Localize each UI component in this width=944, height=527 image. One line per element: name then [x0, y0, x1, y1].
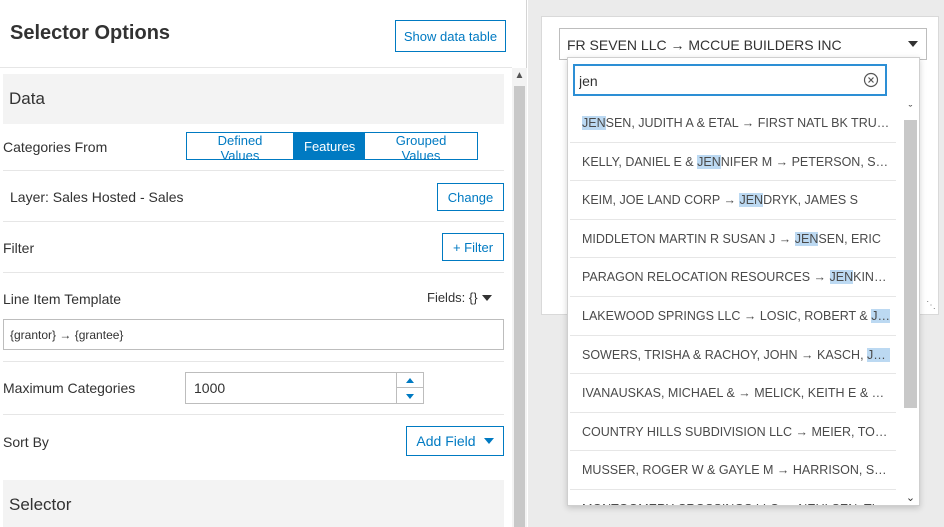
list-item-label: MONTGOMERY CROSSINGS LLC → NEULSEN, TIM.…: [582, 502, 890, 505]
caret-down-icon: [483, 438, 494, 444]
add-filter-button[interactable]: + Filter: [442, 233, 504, 261]
category-dropdown-popup: JENSEN, JUDITH A & ETAL → FIRST NATL BK …: [567, 57, 920, 506]
search-match-highlight: JEN: [871, 308, 890, 323]
list-item[interactable]: MUSSER, ROGER W & GAYLE M → HARRISON, ST…: [570, 451, 896, 490]
search-match-highlight: JEN: [867, 347, 890, 362]
segment-grouped-values[interactable]: Grouped Values: [364, 132, 478, 163]
data-section-title: Data: [9, 89, 45, 108]
segment-features[interactable]: Features: [293, 132, 365, 160]
change-layer-button[interactable]: Change: [437, 183, 504, 211]
selector-options-panel: Selector Options Show data table Data Ca…: [0, 0, 527, 527]
divider: [3, 170, 504, 171]
list-item-label: COUNTRY HILLS SUBDIVISION LLC → MEIER, T…: [582, 424, 890, 439]
layer-label: Layer: Sales Hosted - Sales: [10, 189, 184, 205]
search-match-highlight: JEN: [739, 193, 764, 208]
list-item[interactable]: MIDDLETON MARTIN R SUSAN J → JENSEN, ERI…: [570, 220, 896, 259]
panel-header: Selector Options Show data table: [0, 0, 512, 68]
options-scroll-area[interactable]: Data Categories From Defined Values Feat…: [0, 68, 512, 527]
list-item-label: KEIM, JOE LAND CORP → JENDRYK, JAMES S: [582, 193, 859, 208]
category-selector-dropdown[interactable]: FR SEVEN LLC → MCCUE BUILDERS INC: [559, 28, 927, 60]
fields-dropdown[interactable]: Fields: {}: [427, 290, 492, 305]
list-scrollbar[interactable]: ˇ ⌄: [902, 104, 919, 505]
list-item-label: JENSEN, JUDITH A & ETAL → FIRST NATL BK …: [582, 116, 890, 130]
list-item-label: SOWERS, TRISHA & RACHOY, JOHN → KASCH, J…: [582, 347, 890, 362]
list-item-label: KELLY, DANIEL E & JENNIFER M → PETERSON,…: [582, 154, 890, 169]
search-box: [573, 64, 887, 96]
list-item[interactable]: JENSEN, JUDITH A & ETAL → FIRST NATL BK …: [570, 104, 896, 143]
list-item[interactable]: SOWERS, TRISHA & RACHOY, JOHN → KASCH, J…: [570, 336, 896, 375]
list-item[interactable]: IVANAUSKAS, MICHAEL & → MELICK, KEITH E …: [570, 374, 896, 413]
divider: [3, 361, 504, 362]
list-item[interactable]: LAKEWOOD SPRINGS LLC → LOSIC, ROBERT & J…: [570, 297, 896, 336]
maximum-categories-label: Maximum Categories: [3, 380, 136, 396]
add-field-button[interactable]: Add Field: [406, 426, 504, 456]
list-item-label: LAKEWOOD SPRINGS LLC → LOSIC, ROBERT & J…: [582, 308, 890, 323]
divider: [3, 272, 504, 273]
search-match-highlight: JEN: [829, 270, 854, 285]
selector-section-header[interactable]: Selector: [3, 480, 504, 527]
chevron-down-icon[interactable]: ⌄: [904, 492, 917, 504]
scrollbar-thumb[interactable]: [514, 86, 525, 527]
list-item-label: MUSSER, ROGER W & GAYLE M → HARRISON, ST…: [582, 463, 890, 478]
categories-from-label: Categories From: [3, 139, 108, 155]
caret-down-icon: [908, 41, 918, 47]
list-item-label: IVANAUSKAS, MICHAEL & → MELICK, KEITH E …: [582, 386, 890, 401]
category-options-list: JENSEN, JUDITH A & ETAL → FIRST NATL BK …: [568, 104, 902, 505]
divider: [3, 221, 504, 222]
clear-search-icon[interactable]: [863, 72, 879, 88]
fields-dropdown-label: Fields: {}: [427, 290, 478, 305]
list-item[interactable]: PARAGON RELOCATION RESOURCES → JENKINS, …: [570, 258, 896, 297]
data-section-header[interactable]: Data: [3, 74, 504, 124]
caret-down-icon: [481, 294, 492, 301]
maximum-categories-input[interactable]: [185, 372, 397, 404]
list-item[interactable]: COUNTRY HILLS SUBDIVISION LLC → MEIER, T…: [570, 413, 896, 452]
divider: [3, 414, 504, 415]
show-data-table-button[interactable]: Show data table: [395, 20, 506, 52]
line-item-template-label: Line Item Template: [3, 291, 122, 307]
maximum-categories-stepper: [397, 372, 424, 404]
decrement-button[interactable]: [397, 389, 423, 404]
increment-button[interactable]: [397, 373, 423, 388]
add-field-label: Add Field: [416, 433, 476, 449]
resize-grip-icon[interactable]: ⋱: [926, 300, 936, 311]
scroll-up-icon[interactable]: ▲: [514, 70, 525, 81]
line-item-template-input[interactable]: [3, 319, 504, 350]
scrollbar-thumb[interactable]: [904, 120, 917, 408]
list-item[interactable]: MONTGOMERY CROSSINGS LLC → NEULSEN, TIM.…: [570, 490, 896, 505]
search-input[interactable]: [579, 71, 849, 91]
selector-section-title: Selector: [9, 495, 72, 514]
panel-title: Selector Options: [10, 22, 171, 44]
list-item[interactable]: KELLY, DANIEL E & JENNIFER M → PETERSON,…: [570, 143, 896, 182]
list-item-label: PARAGON RELOCATION RESOURCES → JENKINS, …: [582, 270, 890, 285]
chevron-up-icon[interactable]: ˇ: [904, 104, 917, 116]
list-item-label: MIDDLETON MARTIN R SUSAN J → JENSEN, ERI…: [582, 231, 881, 246]
segment-defined-values[interactable]: Defined Values: [186, 132, 294, 163]
panel-scrollbar[interactable]: ▲: [512, 68, 527, 527]
search-match-highlight: JEN: [582, 116, 606, 130]
chevron-up-icon: [406, 377, 414, 383]
sort-by-label: Sort By: [3, 434, 49, 450]
chevron-down-icon: [406, 394, 414, 399]
categories-source-segmented-control: Defined Values Features Grouped Values: [186, 132, 478, 163]
search-match-highlight: JEN: [697, 154, 721, 169]
search-match-highlight: JEN: [794, 231, 819, 246]
selected-category-value: FR SEVEN LLC → MCCUE BUILDERS INC: [567, 37, 842, 53]
filter-label: Filter: [3, 240, 35, 256]
list-item[interactable]: KEIM, JOE LAND CORP → JENDRYK, JAMES S: [570, 181, 896, 220]
